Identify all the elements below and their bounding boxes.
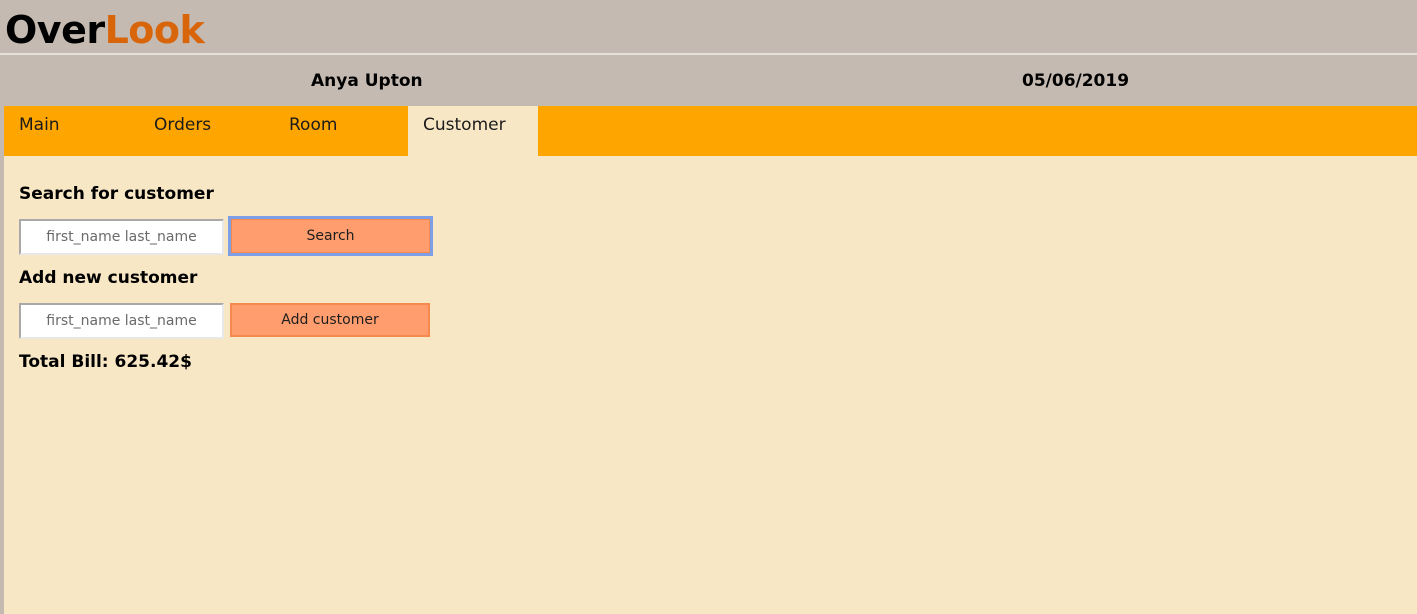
tab-room[interactable]: Room: [274, 106, 404, 156]
add-section-title: Add new customer: [19, 268, 198, 288]
search-customer-input[interactable]: [19, 219, 224, 255]
tab-main[interactable]: Main: [4, 106, 134, 156]
tab-room-label: Room: [289, 115, 338, 135]
customer-panel: Search for customer Search Add new custo…: [4, 156, 1417, 614]
total-bill: Total Bill: 625.42$: [19, 352, 192, 372]
tab-main-label: Main: [19, 115, 60, 135]
app-logo: OverLook: [5, 6, 205, 54]
user-name: Anya Upton: [311, 71, 423, 91]
logo-text-look: Look: [104, 8, 205, 52]
logo-text-over: Over: [5, 8, 105, 52]
current-date: 05/06/2019: [1022, 71, 1130, 91]
info-bar: Anya Upton 05/06/2019: [0, 55, 1417, 106]
tab-orders-label: Orders: [154, 115, 212, 135]
tab-customer[interactable]: Customer: [408, 106, 538, 156]
tab-customer-label: Customer: [423, 115, 506, 135]
tab-orders[interactable]: Orders: [139, 106, 269, 156]
add-customer-button[interactable]: Add customer: [230, 303, 430, 337]
add-customer-input[interactable]: [19, 303, 224, 339]
search-section-title: Search for customer: [19, 184, 214, 204]
tab-bar: Main Orders Room Customer: [4, 106, 1417, 156]
search-button[interactable]: Search: [228, 216, 433, 256]
